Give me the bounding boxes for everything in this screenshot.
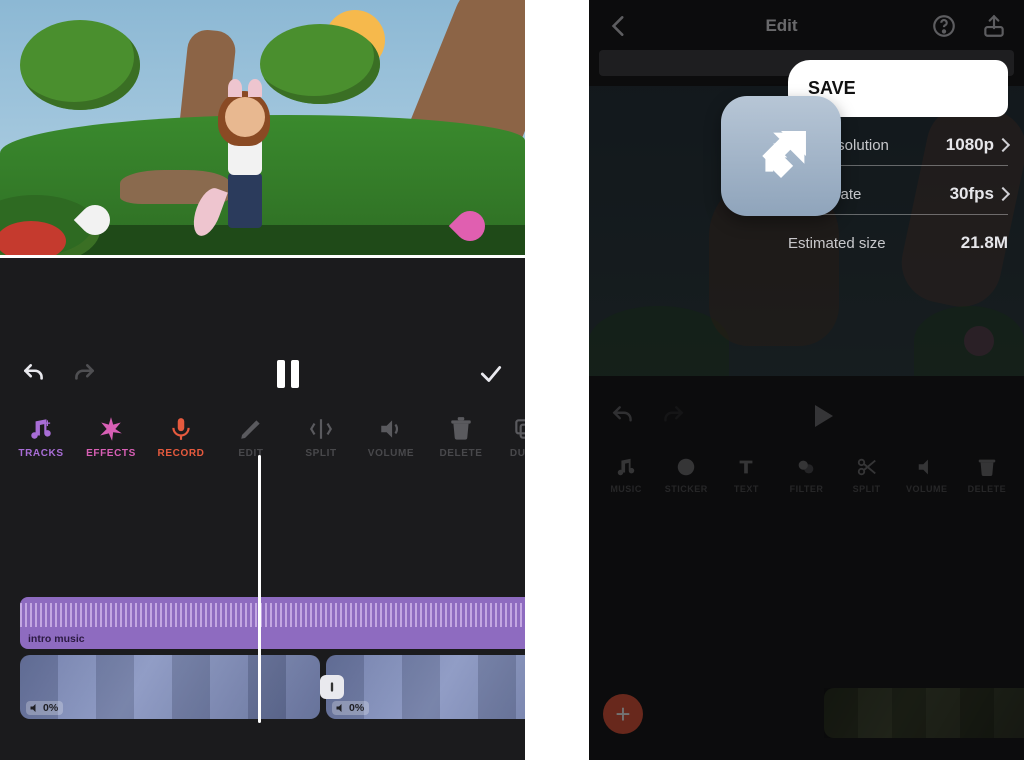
editor-screen-left: + TRACKS EFFECTS RECORD EDIT SP	[0, 0, 525, 760]
add-media-button[interactable]: +	[603, 694, 643, 734]
setting-estimated-size: Estimated size 21.8M	[788, 215, 1008, 263]
pencil-icon	[238, 416, 264, 442]
setting-label: Estimated size	[788, 235, 886, 252]
audio-clip-label: intro music	[28, 633, 85, 645]
tool-edit[interactable]: EDIT	[216, 416, 286, 459]
help-button[interactable]	[928, 10, 960, 42]
tool-label: TRACKS	[18, 448, 63, 459]
smiley-icon	[675, 456, 697, 478]
tool-label: VOLUME	[368, 448, 414, 459]
svg-text:+: +	[44, 418, 51, 430]
tool-label: SPLIT	[305, 448, 336, 459]
setting-value: 30fps	[950, 184, 994, 204]
tool-effects[interactable]: EFFECTS	[76, 416, 146, 459]
tool-label: DELETE	[968, 484, 1007, 494]
duplicate-icon	[512, 416, 525, 442]
playback-controls	[0, 258, 525, 390]
speaker-icon	[378, 416, 404, 442]
waveform	[20, 603, 525, 627]
tool-sticker[interactable]: STICKER	[657, 456, 715, 494]
setting-value: 21.8M	[961, 233, 1008, 253]
tool-delete[interactable]: DELETE	[958, 456, 1016, 494]
export-button[interactable]	[978, 10, 1010, 42]
tool-tracks[interactable]: + TRACKS	[6, 416, 76, 459]
redo-button[interactable]	[68, 358, 100, 390]
pause-button[interactable]	[272, 358, 304, 390]
burst-icon	[98, 416, 124, 442]
redo-button[interactable]	[657, 400, 689, 432]
speaker-icon	[916, 456, 938, 478]
tool-text[interactable]: TEXT	[717, 456, 775, 494]
audio-clip[interactable]: intro music	[20, 597, 525, 649]
tool-delete[interactable]: DELETE	[426, 416, 496, 459]
tool-label: FILTER	[790, 484, 824, 494]
tool-label: DELETE	[439, 448, 482, 459]
editor-screen-right: Edit SAVE Resolution 1080p Frame rate 30…	[589, 0, 1024, 760]
video-clip-strip[interactable]	[824, 688, 1024, 738]
tool-volume[interactable]: VOLUME	[898, 456, 956, 494]
music-note-icon: +	[28, 416, 54, 442]
video-clip[interactable]: 0%	[20, 655, 320, 719]
undo-button[interactable]	[18, 358, 50, 390]
tool-music[interactable]: MUSIC	[597, 456, 655, 494]
edit-toolbar: MUSIC STICKER TEXT FILTER SPLIT VOLUME D…	[589, 432, 1024, 494]
scissors-icon	[856, 456, 878, 478]
playback-controls	[589, 376, 1024, 432]
top-bar: Edit	[589, 0, 1024, 48]
edit-toolbar: + TRACKS EFFECTS RECORD EDIT SP	[0, 390, 525, 467]
preview-character	[210, 97, 280, 237]
chevron-right-icon	[996, 187, 1010, 201]
trash-icon	[448, 416, 474, 442]
chevron-right-icon	[996, 138, 1010, 152]
tool-label: TEXT	[734, 484, 759, 494]
transition-button[interactable]	[320, 675, 344, 699]
tool-label: STICKER	[665, 484, 708, 494]
setting-value: 1080p	[946, 135, 994, 155]
tool-label: VOLUME	[906, 484, 948, 494]
tool-dupe[interactable]: DUPE	[496, 416, 525, 459]
tool-label: DUPE	[510, 448, 525, 459]
timeline[interactable]: intro music 0% 0%	[0, 503, 525, 723]
page-title: Edit	[765, 16, 797, 36]
tool-label: SPLIT	[853, 484, 881, 494]
confirm-button[interactable]	[475, 358, 507, 390]
back-button[interactable]	[603, 10, 635, 42]
clip-volume-badge: 0%	[332, 701, 369, 715]
play-icon	[815, 405, 833, 427]
tool-label: EFFECTS	[86, 448, 136, 459]
video-preview[interactable]	[0, 0, 525, 258]
tool-label: RECORD	[158, 448, 205, 459]
undo-button[interactable]	[607, 400, 639, 432]
text-icon	[735, 456, 757, 478]
trash-icon	[976, 456, 998, 478]
play-button[interactable]	[803, 405, 833, 427]
pause-icon	[277, 360, 299, 388]
clip-volume-badge: 0%	[26, 701, 63, 715]
filter-icon	[795, 456, 817, 478]
playhead[interactable]	[258, 455, 261, 723]
tool-label: MUSIC	[610, 484, 642, 494]
split-icon	[308, 416, 334, 442]
arrow-emoji-sticker	[721, 96, 841, 216]
mic-icon	[168, 416, 194, 442]
tool-record[interactable]: RECORD	[146, 416, 216, 459]
tool-volume[interactable]: VOLUME	[356, 416, 426, 459]
tool-split[interactable]: SPLIT	[838, 456, 896, 494]
tool-split[interactable]: SPLIT	[286, 416, 356, 459]
tool-filter[interactable]: FILTER	[777, 456, 835, 494]
music-note-icon	[615, 456, 637, 478]
video-clip[interactable]: 0%	[326, 655, 525, 719]
video-track: 0% 0%	[20, 655, 525, 719]
